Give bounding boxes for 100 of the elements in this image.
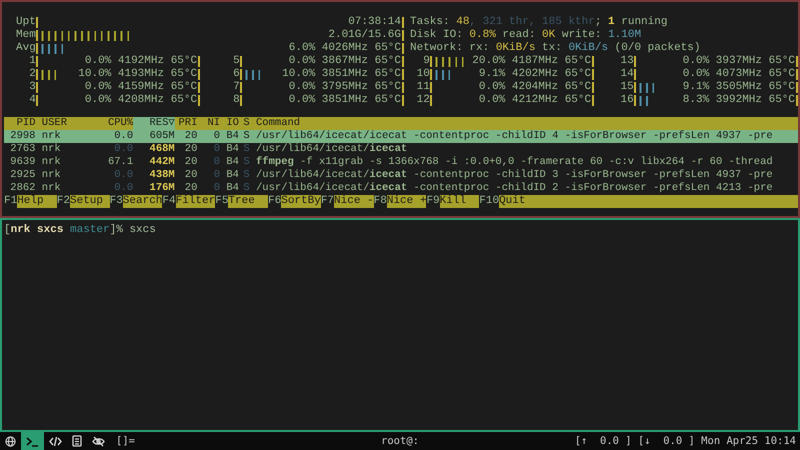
function-key-button[interactable]: Nice + xyxy=(386,195,426,208)
table-cell-text: 0 xyxy=(212,182,220,195)
meter-reading: 07:38:14 xyxy=(348,16,401,29)
function-key-label: F7 xyxy=(320,195,334,208)
meter-label: Avg xyxy=(16,42,36,55)
table-cell-text: S xyxy=(243,143,251,156)
meter-reading: 20.0% 4187MHz 65°C xyxy=(472,55,592,68)
workspace-button[interactable] xyxy=(21,432,44,450)
table-cell-text: 20 xyxy=(184,156,198,169)
table-cell-text: 0 xyxy=(212,130,220,143)
summary-line: Disk IO: 0.8% read: 0K write: 1.10M xyxy=(410,29,642,42)
meter-reading: 0.0% 4212MHz 65°C xyxy=(478,94,592,107)
function-key-button[interactable]: Setup xyxy=(70,195,110,208)
table-cell-text: S xyxy=(243,169,251,182)
meter-reading: 0.0% 3795MHz 65°C xyxy=(288,81,401,94)
column-header[interactable]: Command xyxy=(256,117,798,130)
table-cell-text: 468M xyxy=(148,143,175,156)
meter-label: 2 xyxy=(28,68,36,81)
table-cell-text: S xyxy=(243,182,251,195)
table-cell-text: 0 xyxy=(212,156,220,169)
table-cell-text: 438M xyxy=(148,169,175,182)
table-cell-text: 605M xyxy=(148,130,175,143)
function-key-label: F2 xyxy=(56,195,70,208)
table-cell-text: /usr/lib64/icecat/icecat -contentproc -childID 3 -isForBrowser -prefsLen 4937 -pre xyxy=(256,169,774,182)
meter-reading: 8.3% 3992MHz 65°C xyxy=(682,94,795,107)
meter-label: 8 xyxy=(232,94,240,107)
function-key-button[interactable]: Kill xyxy=(440,195,480,208)
table-cell-text: B4 xyxy=(225,182,240,195)
column-header[interactable]: PRI xyxy=(174,117,198,130)
column-header[interactable]: USER xyxy=(36,117,102,130)
table-cell-text: 20 xyxy=(184,130,198,143)
meter-label: 11 xyxy=(416,81,430,94)
column-header[interactable]: RES▽ xyxy=(133,117,175,130)
table-cell-text: 20 xyxy=(184,143,198,156)
upload-rate: [↑ 0.0 ] xyxy=(574,434,632,448)
meter-label: 12 xyxy=(416,94,430,107)
process-row[interactable]: 9639 nrk 67.1 442M 20 0 B4 S ffmpeg -f x11grab -s 1366x768 -i :0.0+0,0 -framerate 60 -c:v libx264 -r 60 -thread xyxy=(4,156,798,169)
meter-reading: 0.0% 4159MHz 65°C xyxy=(84,81,198,94)
function-key-button[interactable]: Filter xyxy=(176,195,216,208)
table-cell-text: /usr/lib64/icecat/icecat -contentproc -childID 2 -isForBrowser -prefsLen 4213 -pre xyxy=(256,182,774,195)
column-header[interactable]: S xyxy=(243,117,256,130)
meter-label: Upt xyxy=(16,16,36,29)
process-row[interactable]: 2925 nrk 0.0 438M 20 0 B4 S /usr/lib64/icecat/icecat -contentproc -childID 3 -isForBrowser -prefsLen 4937 -pre xyxy=(4,169,798,182)
meter-label: 15 xyxy=(619,81,634,94)
terminal-icon xyxy=(26,436,39,446)
code-icon xyxy=(49,436,62,446)
document-icon xyxy=(72,435,82,447)
meter-reading: 10.0% 4193MHz 65°C xyxy=(78,68,198,81)
meter-reading: 6.0% 4026MHz 65°C xyxy=(288,42,401,55)
table-cell-text: 0 xyxy=(212,143,220,156)
window-title: root@: xyxy=(381,434,419,448)
function-key-button[interactable]: Quit xyxy=(499,195,798,208)
meter-label: 14 xyxy=(619,68,634,81)
function-key-button[interactable]: Nice - xyxy=(334,195,374,208)
function-key-button[interactable]: Tree xyxy=(228,195,268,208)
layout-symbol: []= xyxy=(116,434,135,448)
column-header[interactable]: PID xyxy=(4,117,36,130)
meter-label: 4 xyxy=(28,94,36,107)
table-cell-text: nrk xyxy=(40,156,62,169)
column-header[interactable]: NI xyxy=(197,117,220,130)
meter-reading: 2.01G/15.6G xyxy=(328,29,401,42)
function-key-button[interactable]: Search xyxy=(122,195,162,208)
table-cell-text: 442M xyxy=(148,156,175,169)
column-header[interactable]: IO xyxy=(220,117,244,130)
table-cell-text: 0.0 xyxy=(113,143,134,156)
table-cell-text: 2763 xyxy=(9,143,36,156)
meter-label: 10 xyxy=(416,68,430,81)
table-cell-text: 20 xyxy=(184,169,198,182)
meter-reading: 9.1% 4202MHz 65°C xyxy=(478,68,592,81)
column-header[interactable]: CPU% xyxy=(102,117,134,130)
meter-reading: 0.0% 4073MHz 65°C xyxy=(682,68,795,81)
process-row[interactable]: 2763 nrk 0.0 468M 20 0 B4 S /usr/lib64/icecat/icecat xyxy=(4,143,798,156)
table-cell-text: 2862 xyxy=(9,182,36,195)
table-cell-text: /usr/lib64/icecat/icecat xyxy=(256,143,408,156)
meter-reading: 0.0% 4208MHz 65°C xyxy=(84,94,198,107)
clock: Mon Apr25 10:14 xyxy=(701,434,796,448)
process-row[interactable]: 2998 nrk 0.0 605M 20 0 B4 S /usr/lib64/icecat/icecat -contentproc -childID 4 -isForBrowser -prefsLen 4937 -pre xyxy=(4,130,798,143)
meter-reading: 10.0% 3851MHz 65°C xyxy=(282,68,401,81)
function-key-label: F9 xyxy=(426,195,440,208)
table-cell-text: B4 xyxy=(225,169,240,182)
meter-reading: 0.0% 3851MHz 65°C xyxy=(288,94,401,107)
table-cell-text: 2925 xyxy=(9,169,36,182)
table-cell-text: 67.1 xyxy=(106,156,134,169)
table-cell-text: 0.0 xyxy=(113,169,134,182)
function-key-button[interactable]: SortBy xyxy=(281,195,321,208)
table-cell-text: S xyxy=(243,130,251,143)
meter-label: 6 xyxy=(232,68,240,81)
process-row[interactable]: 2862 nrk 0.0 176M 20 0 B4 S /usr/lib64/icecat/icecat -contentproc -childID 2 -isForBrowser -prefsLen 4213 -pre xyxy=(4,182,798,195)
table-cell-text: 0.0 xyxy=(113,182,134,195)
table-cell-text: 9639 xyxy=(9,156,36,169)
function-key-label: F10 xyxy=(479,195,500,208)
function-key-label: F1 xyxy=(4,195,18,208)
table-cell-text: 176M xyxy=(148,182,175,195)
table-cell-text: B4 xyxy=(225,156,240,169)
table-cell-text: /usr/lib64/icecat/icecat -contentproc -childID 4 -isForBrowser -prefsLen 4937 -pre xyxy=(256,130,774,143)
terminal-prompt-line: [nrk sxcs master]% sxcs xyxy=(4,224,157,237)
meter-reading: 0.0% 4192MHz 65°C xyxy=(84,55,198,68)
function-key-button[interactable]: Help xyxy=(17,195,57,208)
function-key-label: F6 xyxy=(268,195,282,208)
meter-label: 7 xyxy=(232,81,240,94)
